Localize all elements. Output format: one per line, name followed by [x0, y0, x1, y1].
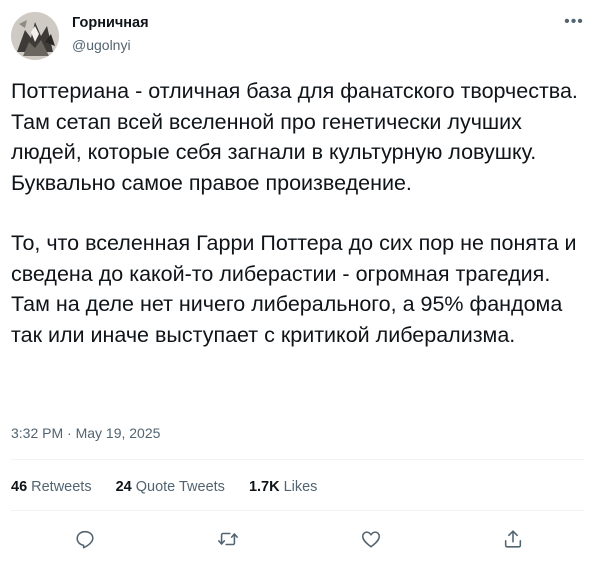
tweet-stats: 46 Retweets 24 Quote Tweets 1.7K Likes — [11, 479, 317, 495]
like-button[interactable] — [359, 527, 383, 551]
tweet-timestamp[interactable]: 3:32 PM · May 19, 2025 — [11, 425, 160, 441]
divider — [11, 510, 584, 511]
more-options-icon[interactable]: ••• — [563, 12, 585, 32]
display-name[interactable]: Горничная — [72, 15, 149, 31]
tweet-text: Поттериана - отличная база для фанатског… — [11, 76, 586, 350]
divider — [11, 459, 584, 460]
avatar-photo-icon — [11, 12, 59, 60]
avatar[interactable] — [11, 12, 59, 60]
retweets-label: Retweets — [31, 479, 92, 495]
quote-tweets-count: 24 — [115, 479, 132, 495]
quote-tweets-stat[interactable]: 24 Quote Tweets — [116, 479, 225, 495]
retweet-icon — [218, 532, 238, 546]
tweet-paragraph: То, что вселенная Гарри Поттера до сих п… — [11, 231, 577, 347]
retweets-stat[interactable]: 46 Retweets — [11, 479, 92, 495]
reply-icon — [76, 530, 94, 549]
retweet-button[interactable] — [216, 527, 240, 551]
quote-tweets-label: Quote Tweets — [135, 479, 225, 495]
likes-stat[interactable]: 1.7K Likes — [249, 479, 318, 495]
likes-count: 1.7K — [248, 479, 280, 495]
share-icon — [504, 530, 522, 548]
tweet-card: Горничная @ugolnyi ••• Поттериана - отли… — [0, 0, 596, 575]
like-icon — [361, 531, 381, 548]
reply-button[interactable] — [73, 527, 97, 551]
share-button[interactable] — [501, 527, 525, 551]
likes-label: Likes — [283, 479, 318, 495]
retweets-count: 46 — [11, 479, 28, 495]
tweet-paragraph: Поттериана - отличная база для фанатског… — [11, 79, 578, 195]
user-handle[interactable]: @ugolnyi — [72, 37, 131, 53]
